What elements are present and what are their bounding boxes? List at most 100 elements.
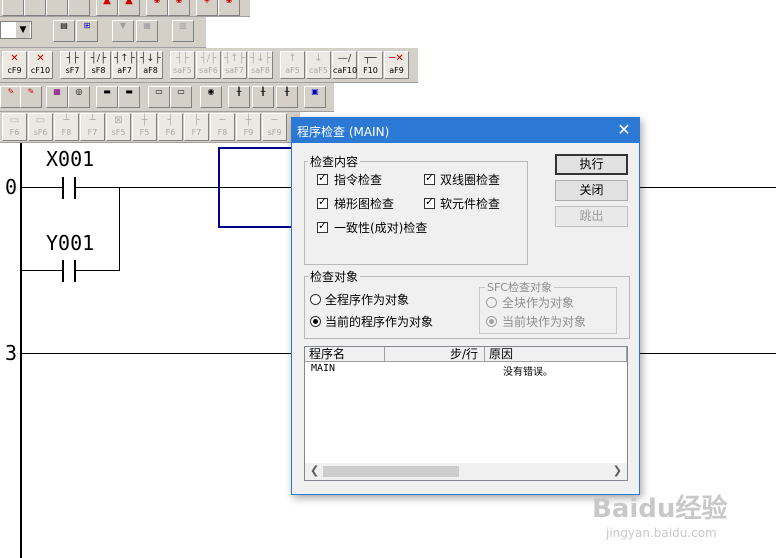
toolbar-button[interactable] [2, 0, 24, 16]
ladder-symbol-button[interactable]: ┤├ saF5 [170, 51, 195, 79]
function-key-label: F8 [217, 128, 228, 137]
ladder-symbol-button[interactable]: ┴ F8 [54, 113, 79, 141]
radio-current-program[interactable] [310, 316, 321, 327]
toolbar-button[interactable]: ▬ [118, 86, 140, 108]
watermark-logo: Baidu经验 [592, 488, 727, 525]
toolbar-button[interactable]: ▦ [136, 20, 158, 42]
ladder-toolbar-1: ✕ cF9 ✕ cF10 ┤├ sF7 ┤/├ sF8 ┤↑├ aF7 ┤↓├ aF8 ┤├ saF5 ┤/… [0, 48, 418, 83]
toolbar-button[interactable]: ◉ [218, 0, 240, 16]
toolbar-button[interactable]: ╫ [228, 86, 250, 108]
checkbox-double-coil-check[interactable] [424, 171, 435, 185]
radio-all-program[interactable] [310, 294, 321, 305]
ladder-symbol-button[interactable]: ─ sF9 [262, 113, 287, 141]
ladder-symbol-icon: ┤/├ [200, 53, 217, 64]
ladder-symbol-button[interactable]: —/ caF10 [332, 51, 357, 79]
toolbar-button[interactable]: ▭ [148, 86, 170, 108]
ladder-symbol-icon: ┤↓├ [250, 53, 271, 64]
ladder-symbol-button[interactable]: ┼ F9 [236, 113, 261, 141]
ladder-symbol-button[interactable]: ┤↑├ aF7 [112, 51, 137, 79]
ladder-symbol-button[interactable]: ┤/├ sF8 [86, 51, 111, 79]
checkbox-ladder-check[interactable] [317, 195, 328, 209]
ladder-symbol-button[interactable]: ▭ sF6 [28, 113, 53, 141]
ladder-symbol-button[interactable]: ┼ F5 [132, 113, 157, 141]
toolbar-button[interactable]: ◉ [200, 86, 222, 108]
result-list[interactable]: 程序名 步/行 原因 MAIN 没有错误。 ❮ ❯ [304, 346, 628, 481]
radio-all-blocks[interactable] [486, 297, 497, 308]
close-icon[interactable]: ✕ [615, 120, 633, 140]
toolbar-button[interactable]: ╫ [276, 86, 298, 108]
ladder-symbol-icon: ┴ [63, 115, 70, 126]
toolbar-button[interactable]: ▲ [96, 0, 118, 16]
toolbar-button[interactable]: ▲ [118, 0, 140, 16]
ladder-symbol-button[interactable]: ▭ F6 [2, 113, 27, 141]
ladder-symbol-button[interactable]: ─ F8 [210, 113, 235, 141]
ladder-symbol-icon: ┬─ [364, 53, 377, 64]
check-content-group-title: 检查内容 [308, 153, 361, 170]
toolbar-button[interactable]: ╫ [252, 86, 274, 108]
toolbar-button[interactable]: ◎ [68, 86, 90, 108]
function-key-label: caF10 [333, 66, 358, 75]
ladder-symbol-button[interactable]: ┤↓├ saF8 [248, 51, 273, 79]
checkbox-instruction-check[interactable] [317, 171, 328, 185]
ladder-symbol-button[interactable]: ┤├ sF7 [60, 51, 85, 79]
label-all-program: 全程序作为对象 [325, 293, 410, 307]
toolbar-button[interactable] [46, 0, 68, 16]
function-key-label: sF6 [33, 128, 48, 137]
scroll-left-icon[interactable]: ❮ [310, 464, 319, 477]
toolbar-button[interactable]: ✎ [0, 86, 22, 108]
column-header-program[interactable]: 程序名 [305, 347, 385, 362]
toolbar-button[interactable]: ▬ [96, 86, 118, 108]
toolbar-button[interactable]: ✎ [20, 86, 42, 108]
function-key-label: F7 [191, 128, 202, 137]
function-key-label: aF5 [285, 66, 300, 75]
table-row[interactable]: MAIN 没有错误。 [305, 363, 627, 378]
ladder-symbol-button[interactable]: ─✕ aF9 [384, 51, 409, 79]
ladder-symbol-button[interactable]: ✕ cF9 [2, 51, 27, 79]
label-instruction-check: 指令检查 [334, 173, 383, 187]
contact-y001[interactable] [62, 260, 64, 282]
contact-x001[interactable] [62, 177, 64, 199]
tree-icon[interactable]: ⊞ [76, 20, 98, 42]
scroll-right-icon[interactable]: ❯ [613, 464, 622, 477]
execute-button[interactable]: 执行 [555, 154, 628, 175]
scrollbar-thumb[interactable] [323, 466, 459, 477]
left-power-rail [20, 143, 22, 558]
project-dropdown[interactable]: ▼ [0, 21, 32, 39]
label-all-blocks: 全块作为对象 [502, 296, 575, 310]
ladder-symbol-button[interactable]: ┤↑├ saF7 [222, 51, 247, 79]
toolbar-button[interactable]: ▦ [46, 86, 68, 108]
ladder-symbol-button[interactable]: ┤/├ saF6 [196, 51, 221, 79]
horizontal-scrollbar[interactable]: ❮ ❯ [305, 463, 627, 480]
checkbox-consistency-check[interactable] [317, 219, 328, 233]
ladder-symbol-button[interactable]: ↑ aF5 [280, 51, 305, 79]
radio-current-block[interactable] [486, 316, 497, 327]
toolbar-button[interactable]: ◈ [196, 0, 218, 16]
ladder-symbol-button[interactable]: ┤↓├ aF8 [138, 51, 163, 79]
document-icon[interactable]: ▤ [53, 20, 75, 42]
program-check-dialog: 程序检查 (MAIN) ✕ 检查内容 指令检查 双线圈检查 梯形图检查 软元件检… [291, 117, 640, 495]
toolbar-button[interactable] [24, 0, 46, 16]
column-header-step[interactable]: 步/行 [385, 347, 485, 362]
ladder-symbol-button[interactable]: ┬─ F10 [358, 51, 383, 79]
column-header-reason[interactable]: 原因 [485, 347, 627, 362]
zoom-icon[interactable]: ◉ [168, 0, 190, 16]
branch-line [119, 187, 120, 270]
ladder-symbol-button[interactable]: ✕ cF10 [28, 51, 53, 79]
ladder-symbol-button[interactable]: ├ F7 [184, 113, 209, 141]
ladder-symbol-button[interactable]: ⊠ sF5 [106, 113, 131, 141]
close-button[interactable]: 关闭 [555, 180, 628, 201]
toolbar-button[interactable]: ▭ [170, 86, 192, 108]
cell-program: MAIN [311, 363, 336, 374]
toolbar-button[interactable]: ▼ [112, 20, 134, 42]
toolbar-button[interactable]: ▥ [172, 20, 194, 42]
toolbar-button[interactable] [68, 0, 90, 16]
dialog-titlebar[interactable]: 程序检查 (MAIN) ✕ [292, 118, 639, 143]
ladder-toolbar-2: ▭ F6 ▭ sF6 ┴ F8 ┴ F7 ⊠ sF5 ┼ F5 ┤ F6 ├ F7 ─ F8 ┼ F9 ─ sF9 [0, 112, 300, 143]
toolbar-button[interactable]: ▣ [304, 86, 326, 108]
ladder-symbol-button[interactable]: ↓ caF5 [306, 51, 331, 79]
zoom-icon[interactable]: ◉ [146, 0, 168, 16]
ladder-symbol-button[interactable]: ┤ F6 [158, 113, 183, 141]
jump-button[interactable]: 跳出 [555, 206, 628, 227]
checkbox-device-check[interactable] [424, 195, 435, 209]
ladder-symbol-button[interactable]: ┴ F7 [80, 113, 105, 141]
